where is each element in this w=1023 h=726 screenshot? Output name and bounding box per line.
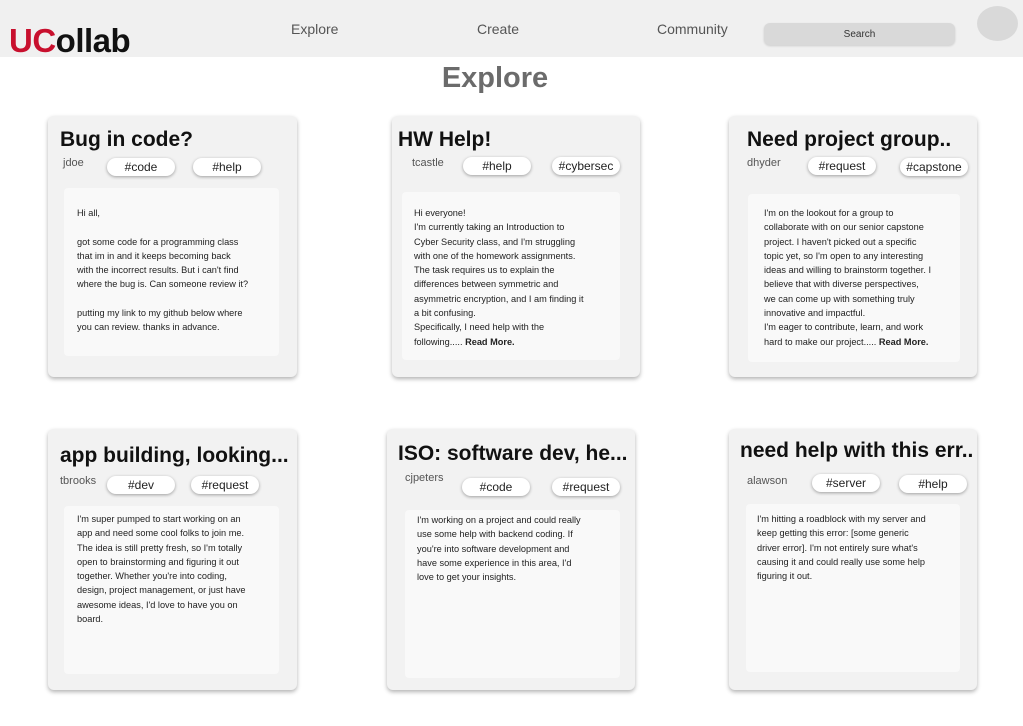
post-body-box: Hi everyone! I'm currently taking an Int… (402, 192, 620, 360)
post-username[interactable]: alawson (747, 475, 787, 487)
post-card[interactable]: ISO: software dev, he... cjpeters #code … (387, 429, 635, 690)
post-title: Need project group.. (747, 128, 952, 151)
post-title: need help with this err.. (740, 439, 974, 462)
nav-create[interactable]: Create (477, 21, 519, 37)
post-card[interactable]: Need project group.. dhyder #request #ca… (729, 116, 977, 377)
tag-chip[interactable]: #request (552, 478, 620, 496)
post-body: I'm on the lookout for a group to collab… (764, 208, 931, 347)
read-more-link[interactable]: Read More. (465, 337, 515, 347)
tag-chip[interactable]: #dev (107, 476, 175, 494)
post-card[interactable]: Bug in code? jdoe #code #help Hi all, go… (48, 116, 297, 377)
nav-explore[interactable]: Explore (291, 21, 338, 37)
page-title: Explore (441, 62, 549, 94)
tag-chip[interactable]: #code (462, 478, 530, 496)
post-title: HW Help! (398, 128, 492, 151)
post-card[interactable]: HW Help! tcastle #help #cybersec Hi ever… (392, 116, 640, 377)
post-username[interactable]: jdoe (63, 157, 84, 169)
post-body: I'm super pumped to start working on an … (77, 514, 246, 625)
tag-chip[interactable]: #help (193, 158, 261, 176)
post-title: app building, looking... (60, 444, 289, 467)
read-more-link[interactable]: Read More. (879, 337, 929, 347)
post-card[interactable]: app building, looking... tbrooks #dev #r… (48, 429, 297, 690)
post-body: Hi all, got some code for a programming … (77, 208, 249, 333)
ucollab-logo[interactable]: UCollab (9, 21, 131, 61)
post-title: Bug in code? (60, 128, 193, 151)
nav-community[interactable]: Community (657, 21, 728, 37)
post-body-box: I'm on the lookout for a group to collab… (748, 194, 960, 362)
post-body: I'm hitting a roadblock with my server a… (757, 514, 926, 582)
tag-chip[interactable]: #capstone (900, 158, 968, 176)
tag-chip[interactable]: #code (107, 158, 175, 176)
post-body-box: I'm super pumped to start working on an … (64, 506, 279, 674)
post-body-box: I'm working on a project and could reall… (405, 510, 620, 678)
post-username[interactable]: tcastle (412, 157, 444, 169)
post-username[interactable]: cjpeters (405, 472, 444, 484)
tag-chip[interactable]: #help (899, 475, 967, 493)
avatar[interactable] (977, 6, 1018, 41)
tag-chip[interactable]: #help (463, 157, 531, 175)
post-title: ISO: software dev, he... (398, 442, 628, 465)
tag-chip[interactable]: #request (808, 157, 876, 175)
post-username[interactable]: tbrooks (60, 475, 96, 487)
post-body-box: I'm hitting a roadblock with my server a… (746, 504, 960, 672)
tag-chip[interactable]: #cybersec (552, 157, 620, 175)
post-card[interactable]: need help with this err.. alawson #serve… (729, 429, 977, 690)
post-body: I'm working on a project and could reall… (417, 515, 581, 583)
search-input[interactable] (764, 23, 955, 45)
tag-chip[interactable]: #request (191, 476, 259, 494)
post-body: Hi everyone! I'm currently taking an Int… (414, 208, 584, 347)
tag-chip[interactable]: #server (812, 474, 880, 492)
post-username[interactable]: dhyder (747, 157, 781, 169)
post-body-box: Hi all, got some code for a programming … (64, 188, 279, 356)
